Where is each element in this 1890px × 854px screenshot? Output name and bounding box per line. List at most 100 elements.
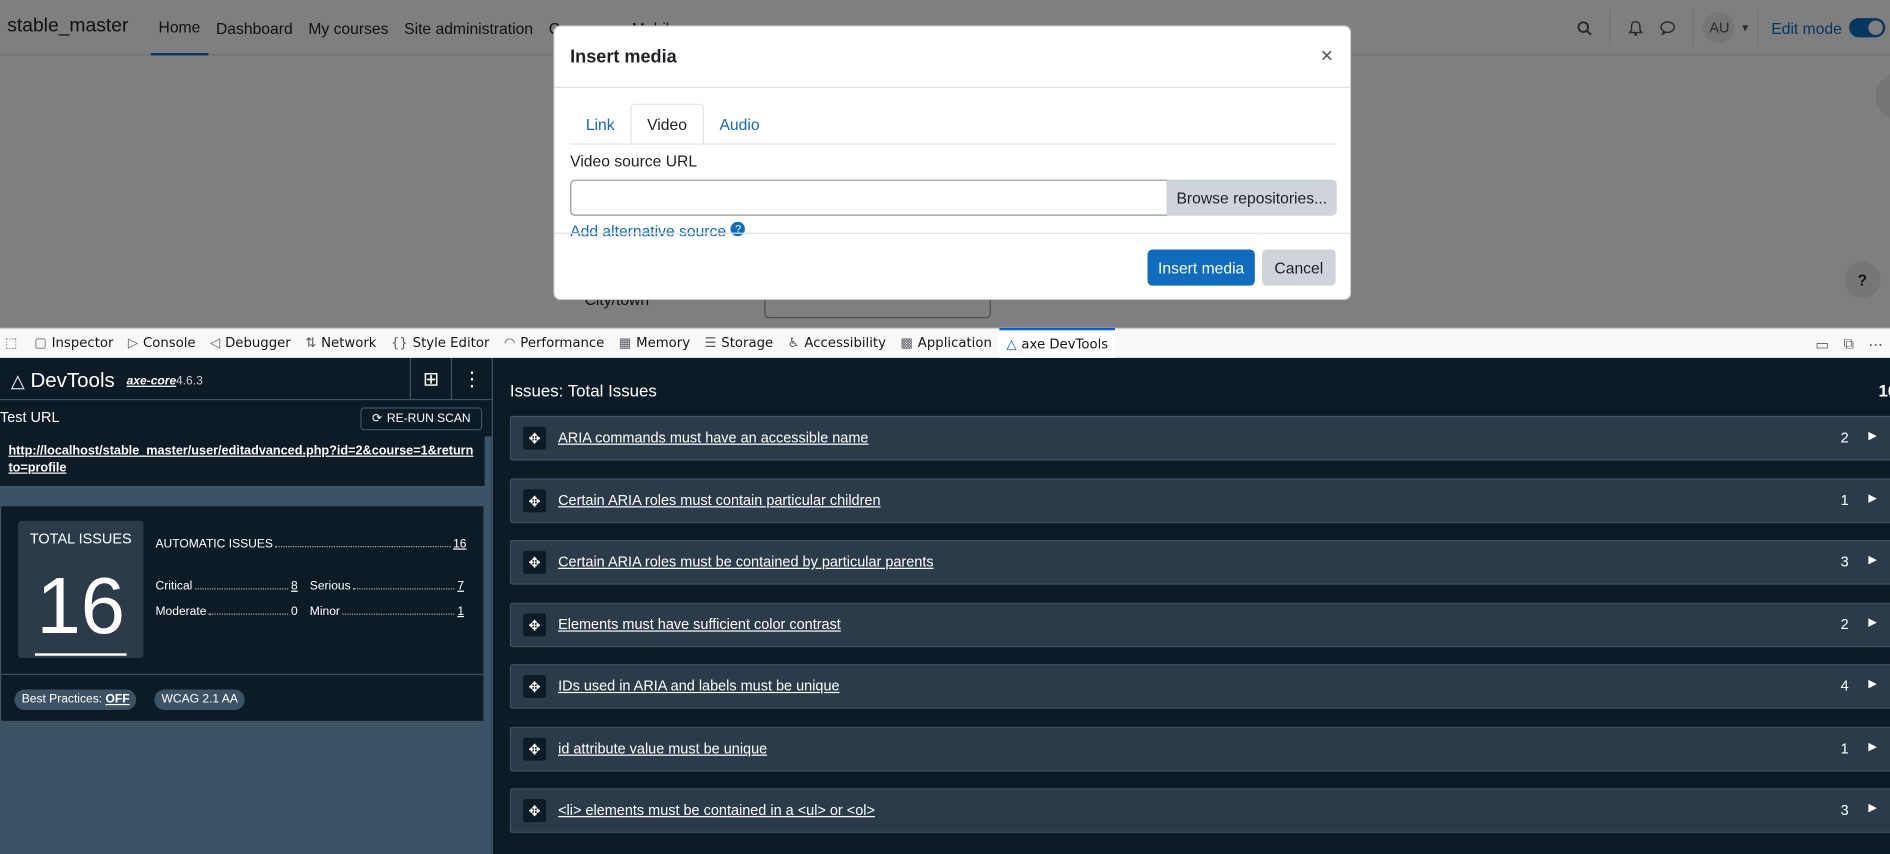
issue-title[interactable]: Certain ARIA roles must be contained by … <box>558 553 933 570</box>
issues-heading: Issues: Total Issues <box>509 380 657 401</box>
rerun-scan-button[interactable]: ⟳ RE-RUN SCAN <box>360 407 483 431</box>
tab-memory[interactable]: ▦ Memory <box>612 328 698 358</box>
issue-title[interactable]: ARIA commands must have an accessible na… <box>558 429 868 446</box>
automatic-issues-row: AUTOMATIC ISSUES 16 <box>155 537 466 551</box>
issue-title[interactable]: id attribute value must be unique <box>558 740 767 757</box>
issue-row[interactable]: ✥ Certain ARIA roles must be contained b… <box>509 540 1890 585</box>
tab-style-editor-label: Style Editor <box>412 335 490 351</box>
axe-core-link[interactable]: axe-core <box>127 375 177 388</box>
issues-summary: TOTAL ISSUES 16 AUTOMATIC ISSUES 16 Crit… <box>0 505 485 723</box>
tab-storage-label: Storage <box>721 335 774 351</box>
issue-row[interactable]: ✥ IDs used in ARIA and labels must be un… <box>509 664 1890 709</box>
chevron-right-icon[interactable]: ▶ <box>1868 802 1876 815</box>
total-issues-label: TOTAL ISSUES <box>29 530 132 548</box>
devtools-toolbar: ⬚ ▢ Inspector ▷ Console ◁ Debugger ⇅ Network… <box>0 327 1890 359</box>
braces-icon: {} <box>390 335 408 351</box>
insert-media-button[interactable]: Insert media <box>1147 249 1255 286</box>
tab-debugger[interactable]: ◁ Debugger <box>203 328 298 358</box>
tab-video[interactable]: Video <box>630 103 704 146</box>
automatic-issues-count[interactable]: 16 <box>453 538 466 551</box>
cancel-button[interactable]: Cancel <box>1262 249 1336 286</box>
moderate-count: 0 <box>291 605 298 619</box>
accessibility-icon: ♿ <box>787 335 800 351</box>
axe-title: DevTools <box>30 368 115 392</box>
leader-dots <box>208 605 289 615</box>
axe-logo-icon: △ <box>10 371 25 392</box>
axe-logo-icon: △ <box>1006 336 1017 352</box>
issue-title[interactable]: Elements must have sufficient color cont… <box>558 616 841 633</box>
moderate-stat: Moderate 0 <box>155 605 309 618</box>
best-practices-pill[interactable]: Best Practices: OFF <box>14 689 137 710</box>
element-picker-icon[interactable]: ⬚ <box>0 328 27 358</box>
issue-title[interactable]: <li> elements must be contained in a <ul… <box>558 802 875 819</box>
tab-debugger-label: Debugger <box>225 335 291 351</box>
more-options-icon[interactable]: ⋯ <box>1868 336 1882 353</box>
refresh-icon: ⟳ <box>371 412 383 426</box>
best-practices-value: OFF <box>105 693 130 707</box>
wcag-standard-pill[interactable]: WCAG 2.1 AA <box>154 689 246 710</box>
devtools-pane: ⬚ ▢ Inspector ▷ Console ◁ Debugger ⇅ Network… <box>0 327 1890 854</box>
automatic-issues-label: AUTOMATIC ISSUES <box>155 537 273 551</box>
tab-console[interactable]: ▷ Console <box>121 328 203 358</box>
separate-window-icon[interactable]: ⧉ <box>1844 335 1854 353</box>
chevron-right-icon[interactable]: ▶ <box>1868 492 1876 505</box>
issue-count: 1 <box>1840 491 1849 509</box>
dock-icon[interactable]: ▭ <box>1815 336 1829 353</box>
tab-memory-label: Memory <box>636 335 691 351</box>
tab-storage[interactable]: ☰ Storage <box>697 328 780 358</box>
tab-application[interactable]: ▩ Application <box>893 328 999 358</box>
chevron-right-icon[interactable]: ▶ <box>1868 429 1876 442</box>
tab-console-label: Console <box>142 335 196 351</box>
issue-row[interactable]: ✥ id attribute value must be unique 1 ▶ <box>509 726 1890 772</box>
test-url-label: Test URL <box>0 408 60 426</box>
move-icon[interactable]: ✥ <box>523 675 547 698</box>
moodle-page: stable_master Home Dashboard My courses … <box>0 0 1890 328</box>
tab-axe-devtools[interactable]: △ axe DevTools <box>999 327 1116 359</box>
browse-repositories-button[interactable]: Browse repositories... <box>1166 179 1337 216</box>
axe-header: △ DevTools axe-core 4.6.3 ⊞ ⋮ <box>0 358 492 401</box>
issue-row[interactable]: ✥ Certain ARIA roles must contain partic… <box>509 478 1890 524</box>
move-icon[interactable]: ✥ <box>523 489 547 513</box>
new-scan-icon[interactable]: ⊞ <box>409 358 451 401</box>
kebab-menu-icon[interactable]: ⋮ <box>450 358 492 401</box>
tab-inspector-label: Inspector <box>51 335 114 351</box>
tab-inspector[interactable]: ▢ Inspector <box>27 328 121 358</box>
chevron-right-icon[interactable]: ▶ <box>1868 677 1876 690</box>
tab-style-editor[interactable]: {} Style Editor <box>384 328 497 358</box>
modal-footer: Insert media Cancel <box>554 232 1351 299</box>
issue-count: 4 <box>1840 677 1849 695</box>
issue-row[interactable]: ✥ ARIA commands must have an accessible … <box>509 415 1890 461</box>
chevron-right-icon[interactable]: ▶ <box>1868 616 1876 629</box>
insert-media-dialog: Insert media × Link Video Audio Video so… <box>553 25 1352 301</box>
chevron-right-icon[interactable]: ▶ <box>1868 740 1876 753</box>
video-source-label: Video source URL <box>570 151 698 170</box>
minor-count[interactable]: 1 <box>457 605 464 618</box>
move-icon[interactable]: ✥ <box>523 550 547 574</box>
chevron-right-icon[interactable]: ▶ <box>1868 553 1876 566</box>
tab-network[interactable]: ⇅ Network <box>298 328 384 358</box>
move-icon[interactable]: ✥ <box>523 613 547 637</box>
critical-count[interactable]: 8 <box>291 580 298 593</box>
serious-count[interactable]: 7 <box>457 580 464 593</box>
total-issues-count[interactable]: 16 <box>34 557 127 656</box>
tab-audio[interactable]: Audio <box>704 104 775 145</box>
tab-accessibility[interactable]: ♿ Accessibility <box>780 328 893 358</box>
test-url-link[interactable]: http://localhost/stable_master/user/edit… <box>0 436 485 486</box>
tab-performance[interactable]: ◠ Performance <box>497 328 612 358</box>
move-icon[interactable]: ✥ <box>523 799 547 823</box>
issue-row[interactable]: ✥ <li> elements must be contained in a <… <box>509 788 1890 833</box>
issue-row[interactable]: ✥ Elements must have sufficient color co… <box>509 602 1890 648</box>
issue-count: 3 <box>1840 801 1849 819</box>
issue-title[interactable]: IDs used in ARIA and labels must be uniq… <box>558 677 839 694</box>
tab-accessibility-label: Accessibility <box>804 335 886 351</box>
minor-stat: Minor 1 <box>310 605 464 618</box>
tab-link[interactable]: Link <box>570 104 630 145</box>
moderate-label: Moderate <box>155 605 207 619</box>
tab-axe-devtools-label: axe DevTools <box>1021 336 1109 352</box>
move-icon[interactable]: ✥ <box>523 737 547 761</box>
move-icon[interactable]: ✥ <box>523 426 547 450</box>
best-practices-label: Best Practices: <box>21 693 103 707</box>
close-icon[interactable]: × <box>1320 43 1333 68</box>
video-source-input[interactable] <box>570 179 1169 216</box>
issue-title[interactable]: Certain ARIA roles must contain particul… <box>558 492 880 509</box>
